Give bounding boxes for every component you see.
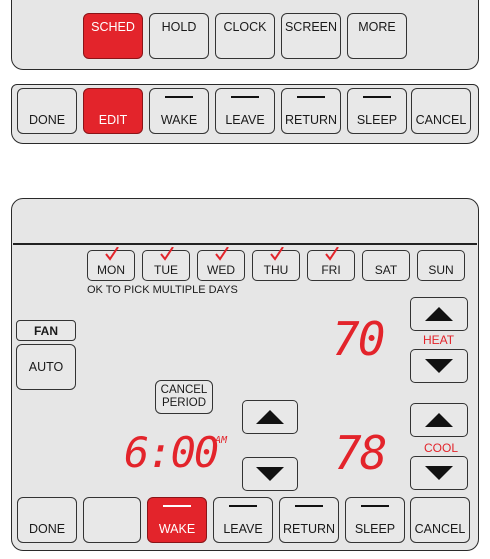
check-icon (215, 247, 229, 261)
wake-label: WAKE (160, 113, 198, 127)
edit-label: EDIT (98, 113, 128, 127)
leave-label: LEAVE (225, 113, 265, 127)
heat-label: HEAT (423, 333, 455, 347)
cancel-label: CANCEL (414, 522, 466, 536)
return-button[interactable]: RETURN (281, 88, 341, 134)
done-label: DONE (28, 113, 66, 127)
cancel-period-line2: PERIOD (161, 397, 207, 409)
day-button-mon[interactable]: MON (87, 247, 135, 281)
arrow-up-icon (425, 413, 453, 427)
return-label: RETURN (284, 113, 338, 127)
day-button-sun[interactable]: SUN (417, 250, 465, 281)
return-period-button[interactable]: RETURN (279, 497, 339, 543)
day-button-sat[interactable]: SAT (362, 250, 410, 281)
cancel-period-line1: CANCEL (160, 384, 208, 396)
check-icon (270, 247, 284, 261)
period-bar-icon (229, 505, 257, 507)
check-icon (105, 247, 119, 261)
done-button[interactable]: DONE (17, 497, 77, 543)
cool-setpoint-display: 78 (334, 426, 387, 480)
day-label: MON (97, 263, 125, 277)
cancel-label: CANCEL (415, 113, 467, 127)
period-bar-icon (363, 96, 391, 98)
fan-label-box: FAN (16, 320, 76, 341)
return-label: RETURN (282, 522, 336, 536)
cancel-button[interactable]: CANCEL (411, 88, 471, 134)
time-up-button[interactable] (242, 400, 298, 434)
arrow-up-icon (425, 307, 453, 321)
day-label: FRI (321, 263, 341, 277)
fan-mode-button[interactable]: AUTO (16, 344, 76, 390)
cancel-period-button[interactable]: CANCEL PERIOD (155, 380, 213, 414)
day-label: SAT (374, 263, 398, 277)
multi-day-hint: OK TO PICK MULTIPLE DAYS (87, 284, 238, 296)
day-button-wed[interactable]: WED (197, 247, 245, 281)
check-icon (325, 247, 339, 261)
day-button-tue[interactable]: TUE (142, 247, 190, 281)
day-label: WED (207, 263, 235, 277)
screen-button[interactable]: SCREEN (281, 13, 341, 59)
leave-label: LEAVE (223, 522, 263, 536)
period-bar-icon (361, 505, 389, 507)
heat-up-button[interactable] (410, 297, 468, 331)
arrow-down-icon (425, 359, 453, 373)
cool-label: COOL (424, 441, 459, 455)
done-button[interactable]: DONE (17, 88, 77, 134)
arrow-down-icon (256, 467, 284, 481)
arrow-up-icon (256, 410, 284, 424)
sleep-period-button[interactable]: SLEEP (345, 497, 405, 543)
day-button-fri[interactable]: FRI (307, 247, 355, 281)
sleep-label: SLEEP (356, 113, 398, 127)
more-button[interactable]: MORE (347, 13, 407, 59)
check-icon (160, 247, 174, 261)
leave-button[interactable]: LEAVE (215, 88, 275, 134)
sched-button[interactable]: SCHED (83, 13, 143, 59)
heat-down-button[interactable] (410, 349, 468, 383)
blank-button[interactable] (83, 497, 141, 543)
time-down-button[interactable] (242, 457, 298, 491)
cool-down-button[interactable] (410, 456, 468, 490)
cancel-button[interactable]: CANCEL (410, 497, 470, 543)
period-bar-icon (231, 96, 259, 98)
cool-up-button[interactable] (410, 403, 468, 437)
period-bar-icon (163, 505, 191, 507)
leave-period-button[interactable]: LEAVE (213, 497, 273, 543)
sleep-button[interactable]: SLEEP (347, 88, 407, 134)
period-bar-icon (295, 505, 323, 507)
heat-setpoint-display: 70 (332, 312, 385, 366)
clock-button[interactable]: CLOCK (215, 13, 275, 59)
wake-button[interactable]: WAKE (149, 88, 209, 134)
wake-label: WAKE (158, 522, 196, 536)
day-label: THU (263, 263, 289, 277)
day-button-thu[interactable]: THU (252, 247, 300, 281)
period-bar-icon (165, 96, 193, 98)
day-label: SUN (428, 263, 454, 277)
done-label: DONE (28, 522, 66, 536)
edit-button[interactable]: EDIT (83, 88, 143, 134)
period-time-ampm: AM (215, 435, 228, 446)
hold-button[interactable]: HOLD (149, 13, 209, 59)
arrow-down-icon (425, 466, 453, 480)
day-label: TUE (154, 263, 178, 277)
wake-period-button[interactable]: WAKE (147, 497, 207, 543)
period-time-display: 6:00 (124, 428, 219, 477)
header-divider (13, 243, 477, 245)
period-bar-icon (297, 96, 325, 98)
sleep-label: SLEEP (354, 522, 396, 536)
